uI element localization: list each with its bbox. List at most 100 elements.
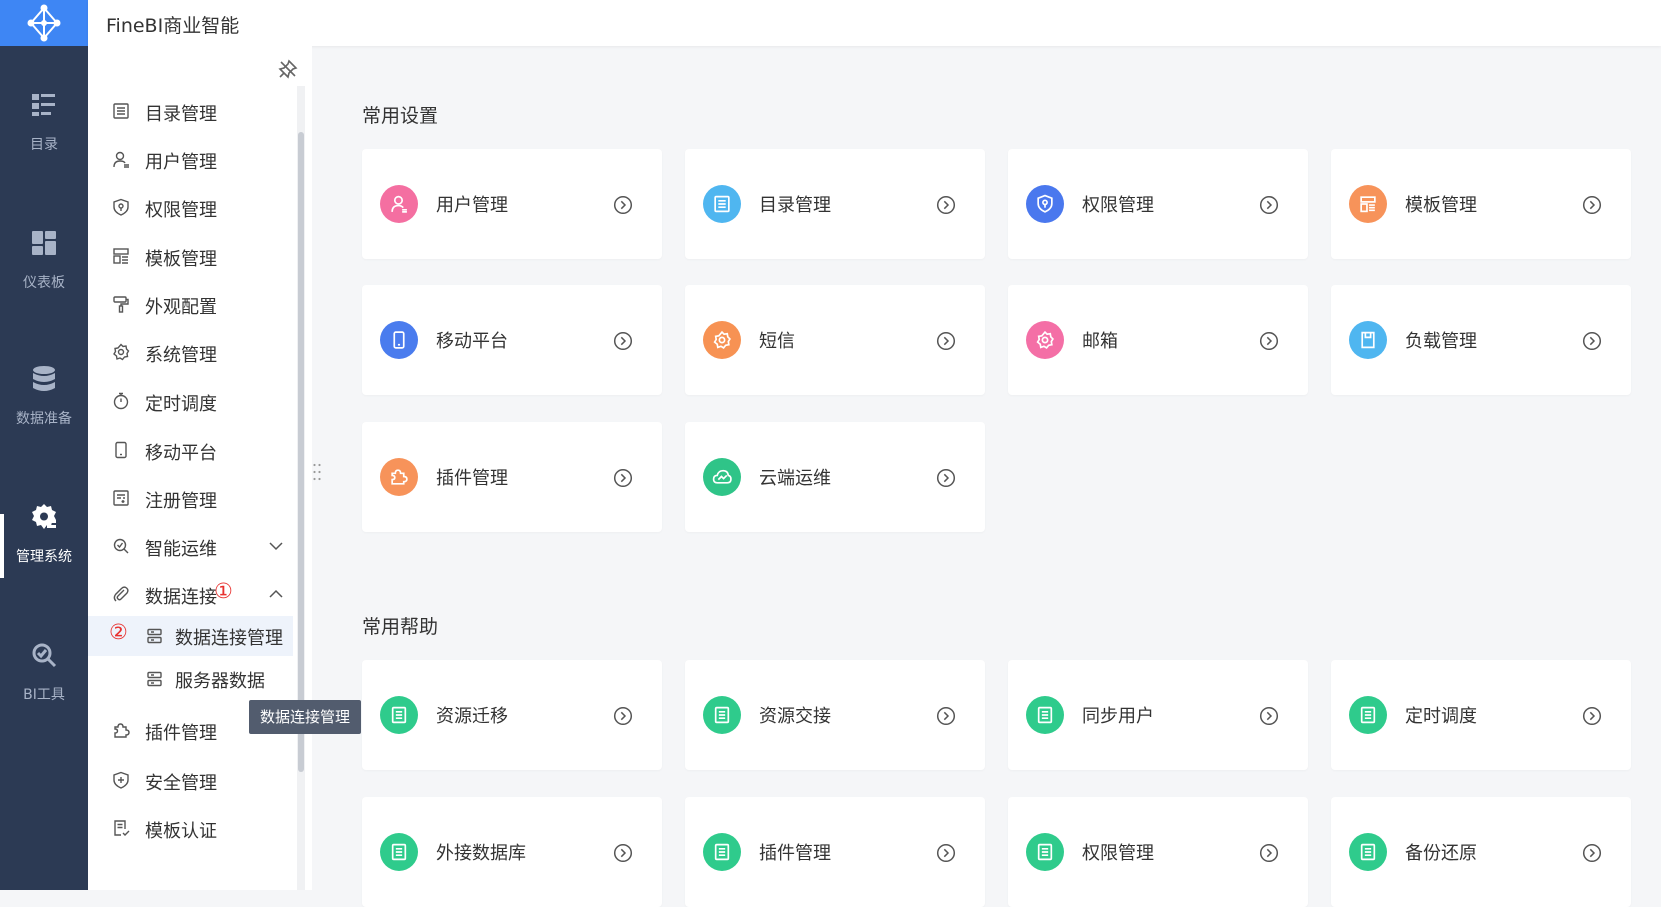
setting-card[interactable]: 模板管理 <box>1331 149 1631 259</box>
cloud-icon <box>712 469 732 484</box>
arrow-right-circle-icon[interactable] <box>936 843 956 863</box>
doc-icon-badge <box>1349 696 1387 734</box>
arrow-right-circle-icon[interactable] <box>613 706 633 726</box>
chevron-down-icon <box>269 542 283 551</box>
sidebar-item-smart-ops[interactable]: 智能运维 <box>88 526 293 566</box>
setting-card[interactable]: 短信 <box>685 285 985 395</box>
sidebar-item-scheduler[interactable]: 定时调度 <box>88 381 293 421</box>
paint-roller-icon <box>113 296 129 313</box>
shield-icon-badge <box>1026 185 1064 223</box>
doc-icon <box>714 706 730 724</box>
app-title: FineBI商业智能 <box>106 15 240 37</box>
rail-item-label: BI工具 <box>23 687 65 703</box>
sidebar-item-permissions[interactable]: 权限管理 <box>88 187 293 227</box>
sidebar-item-appearance[interactable]: 外观配置 <box>88 284 293 324</box>
help-card-label: 外接数据库 <box>436 843 526 864</box>
template-icon-badge <box>1349 185 1387 223</box>
arrow-right-circle-icon[interactable] <box>1582 195 1602 215</box>
help-card[interactable]: 备份还原 <box>1331 797 1631 907</box>
help-card[interactable]: 插件管理 <box>685 797 985 907</box>
scrollbar-thumb[interactable] <box>298 132 304 772</box>
doc-icon <box>1360 843 1376 861</box>
doc-icon-badge <box>1349 833 1387 871</box>
help-card[interactable]: 同步用户 <box>1008 660 1308 770</box>
setting-card[interactable]: 目录管理 <box>685 149 985 259</box>
sidebar-item-registration[interactable]: 注册管理 <box>88 478 293 518</box>
setting-card-label: 短信 <box>759 331 795 352</box>
arrow-right-circle-icon[interactable] <box>1259 706 1279 726</box>
sidebar-item-users[interactable]: 用户管理 <box>88 139 293 179</box>
sidebar-item-mobile[interactable]: 移动平台 <box>88 430 293 470</box>
paperclip-icon <box>113 586 129 602</box>
arrow-right-circle-icon[interactable] <box>1259 331 1279 351</box>
template-icon <box>113 248 129 264</box>
storage-icon <box>1361 331 1375 349</box>
sidebar-item-label: 定时调度 <box>145 394 217 415</box>
rail-item-label: 仪表板 <box>23 275 65 291</box>
list-icon-badge <box>703 185 741 223</box>
sidebar-item-label: 权限管理 <box>145 200 217 221</box>
arrow-right-circle-icon[interactable] <box>1259 843 1279 863</box>
help-card-label: 插件管理 <box>759 843 831 864</box>
rail-item-admin[interactable]: 管理系统 <box>0 502 88 602</box>
sidebar-item-catalog[interactable]: 目录管理 <box>88 91 293 131</box>
setting-card[interactable]: 负载管理 <box>1331 285 1631 395</box>
sidebar-item-template-cert[interactable]: 模板认证 <box>88 808 293 848</box>
top-header: FineBI商业智能 <box>88 0 1661 46</box>
certificate-icon <box>114 820 130 836</box>
help-card[interactable]: 资源交接 <box>685 660 985 770</box>
setting-card-label: 用户管理 <box>436 195 508 216</box>
pin-icon[interactable] <box>277 58 299 80</box>
help-card-label: 资源迁移 <box>436 706 508 727</box>
sidebar-item-label: 注册管理 <box>145 491 217 512</box>
setting-card[interactable]: 邮箱 <box>1008 285 1308 395</box>
gear-icon-badge <box>703 321 741 359</box>
arrow-right-circle-icon[interactable] <box>936 706 956 726</box>
rail-item-data-prep[interactable]: 数据准备 <box>0 364 88 464</box>
setting-card[interactable]: 移动平台 <box>362 285 662 395</box>
setting-card[interactable]: 用户管理 <box>362 149 662 259</box>
rail-item-catalog[interactable]: 目录 <box>0 90 88 190</box>
rail-item-bi-tools[interactable]: BI工具 <box>0 640 88 740</box>
arrow-right-circle-icon[interactable] <box>1582 843 1602 863</box>
setting-card[interactable]: 云端运维 <box>685 422 985 532</box>
logo[interactable] <box>0 0 88 46</box>
setting-card[interactable]: 插件管理 <box>362 422 662 532</box>
sidebar-resize-handle[interactable] <box>312 462 322 482</box>
arrow-right-circle-icon[interactable] <box>1582 706 1602 726</box>
rail-item-dashboard[interactable]: 仪表板 <box>0 228 88 328</box>
help-card[interactable]: 资源迁移 <box>362 660 662 770</box>
sidebar-subitem-data-connection-manage[interactable]: ② 数据连接管理 <box>88 616 293 656</box>
arrow-right-circle-icon[interactable] <box>1582 331 1602 351</box>
gear-icon <box>1036 330 1054 349</box>
sidebar-subitem-server-dataset[interactable]: 服务器数据 <box>88 659 293 699</box>
setting-card-label: 邮箱 <box>1082 331 1118 352</box>
setting-card[interactable]: 权限管理 <box>1008 149 1308 259</box>
sidebar-item-data-connection[interactable]: 数据连接 ① <box>88 574 293 614</box>
arrow-right-circle-icon[interactable] <box>936 468 956 488</box>
puzzle-icon <box>114 723 130 738</box>
arrow-right-circle-icon[interactable] <box>613 331 633 351</box>
sidebar-item-system[interactable]: 系统管理 <box>88 332 293 372</box>
sidebar-subitem-label: 数据连接管理 <box>175 628 283 649</box>
help-card[interactable]: 外接数据库 <box>362 797 662 907</box>
arrow-right-circle-icon[interactable] <box>613 195 633 215</box>
sidebar-item-templates[interactable]: 模板管理 <box>88 236 293 276</box>
help-card[interactable]: 权限管理 <box>1008 797 1308 907</box>
sidebar-item-label: 移动平台 <box>145 443 217 464</box>
arrow-right-circle-icon[interactable] <box>1259 195 1279 215</box>
arrow-right-circle-icon[interactable] <box>613 468 633 488</box>
sidebar-item-label: 智能运维 <box>145 539 217 560</box>
catalog-icon <box>32 94 55 116</box>
help-card[interactable]: 定时调度 <box>1331 660 1631 770</box>
doc-icon <box>1037 843 1053 861</box>
arrow-right-circle-icon[interactable] <box>936 195 956 215</box>
sidebar-item-security[interactable]: 安全管理 <box>88 760 293 800</box>
gear-icon-badge <box>1026 321 1064 359</box>
rail-item-label: 数据准备 <box>16 411 72 427</box>
arrow-right-circle-icon[interactable] <box>936 331 956 351</box>
help-card-label: 同步用户 <box>1082 706 1154 727</box>
arrow-right-circle-icon[interactable] <box>613 843 633 863</box>
sidebar-scrollbar[interactable] <box>297 86 305 890</box>
puzzle-icon <box>391 469 408 485</box>
